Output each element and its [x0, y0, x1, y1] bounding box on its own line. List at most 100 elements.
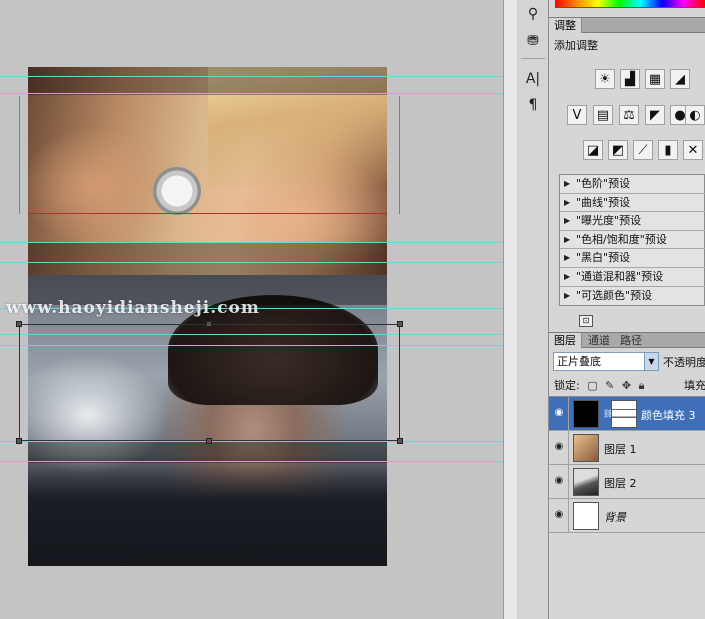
tab-channels[interactable]: 通道 [583, 333, 615, 348]
expand-triangle-icon: ▶ [564, 197, 571, 207]
transform-side-line [399, 96, 400, 214]
preset-curves[interactable]: ▶ "曲线"预设 [560, 194, 705, 213]
layer-row[interactable]: ◉ 图层 1 [549, 431, 705, 465]
tab-adjustments[interactable]: 调整 [549, 18, 582, 33]
lock-brush-icon[interactable]: ✎ [605, 379, 614, 392]
horizontal-guide[interactable] [0, 242, 503, 243]
horizontal-guide[interactable] [0, 461, 503, 462]
brightness-icon[interactable]: ☀ [595, 69, 615, 89]
visibility-toggle[interactable]: ◉ [549, 465, 569, 499]
horizontal-guide[interactable] [0, 441, 503, 442]
paragraph-icon[interactable]: ¶ [522, 94, 544, 116]
visibility-toggle[interactable]: ◉ [549, 397, 569, 431]
adjustments-title: 添加调整 [554, 39, 598, 52]
eye-icon: ◉ [554, 441, 564, 452]
layer-mask-thumbnail [611, 400, 637, 428]
stamp-icon[interactable]: ⛃ [522, 30, 544, 52]
blend-mode-select[interactable]: 正片叠底 ▼ [553, 352, 659, 371]
horizontal-guide[interactable] [0, 262, 503, 263]
expand-triangle-icon: ▶ [564, 179, 571, 188]
transform-side-line [19, 96, 20, 214]
clip-to-layer-icon[interactable]: ⊡ [579, 315, 593, 327]
tab-paths[interactable]: 路径 [615, 333, 647, 348]
layers-list: ◉ ⛓ 颜色填充 3 ◉ 图层 1 ◉ 图层 2 ◉ 背景 [549, 396, 705, 619]
invert-icon[interactable]: ◪ [583, 140, 603, 160]
layer-thumbnail [573, 468, 599, 496]
layer-name: 颜色填充 3 [641, 409, 696, 422]
layer-thumbnail [573, 502, 599, 530]
exposure-icon[interactable]: ◢ [670, 69, 690, 89]
lock-all-icon[interactable]: 🔒︎ [639, 379, 645, 393]
vibrance-icon[interactable]: V [567, 105, 587, 125]
preset-label: "可选颜色"预设 [576, 288, 653, 302]
paragraph-label: ¶ [528, 97, 538, 113]
preset-hue-saturation[interactable]: ▶ "色相/饱和度"预设 [560, 231, 705, 250]
preset-levels[interactable]: ▶ "色阶"预设 [560, 175, 705, 194]
layer-name: 图层 1 [604, 443, 637, 456]
posterize-icon[interactable]: ◩ [608, 140, 628, 160]
gradient-map-icon[interactable]: ▮ [658, 140, 678, 160]
document-canvas[interactable]: www.haoyidiansheji.com [0, 0, 503, 619]
lock-row: 锁定: ▢ ✎ ✥ 🔒︎ [554, 377, 644, 393]
divider [521, 58, 545, 59]
color-balance-icon[interactable]: ⚖ [619, 105, 639, 125]
panel-divider[interactable] [503, 0, 517, 619]
transform-handle[interactable] [16, 438, 22, 444]
horizontal-guide[interactable] [0, 93, 503, 94]
visibility-toggle[interactable]: ◉ [549, 431, 569, 465]
layer-row[interactable]: ◉ ⛓ 颜色填充 3 [549, 397, 705, 431]
transform-handle[interactable] [16, 321, 22, 327]
adjustments-tabbar: 调整 [549, 17, 705, 33]
hue-saturation-icon[interactable]: ▤ [593, 105, 613, 125]
expand-triangle-icon: ▶ [564, 234, 571, 244]
horizontal-guide[interactable] [0, 76, 503, 77]
selective-color-icon[interactable]: ✕ [683, 140, 703, 160]
preset-channel-mixer[interactable]: ▶ "通道混和器"预设 [560, 268, 705, 287]
tab-layers[interactable]: 图层 [549, 333, 582, 348]
transform-handle[interactable] [206, 438, 212, 444]
preset-selective-color[interactable]: ▶ "可选颜色"预设 [560, 287, 705, 306]
eye-icon: ◉ [554, 509, 564, 520]
transform-handle[interactable] [397, 321, 403, 327]
preset-label: "通道混和器"预设 [576, 270, 664, 283]
usb-icon[interactable]: ⚲ [522, 3, 544, 25]
layer-name: 图层 2 [604, 477, 637, 490]
layer-thumbnail [573, 400, 599, 428]
blend-mode-value: 正片叠底 [557, 355, 601, 368]
preset-label: "曝光度"预设 [576, 214, 642, 228]
lock-transparent-icon[interactable]: ▢ [587, 379, 597, 392]
chevron-down-icon: ▼ [644, 353, 658, 370]
preset-black-white[interactable]: ▶ "黑白"预设 [560, 249, 705, 268]
link-icon: ⛓ [603, 409, 614, 418]
opacity-label: 不透明度 [663, 356, 705, 369]
layer-thumbnail [573, 434, 599, 462]
threshold-icon[interactable]: ⟋ [633, 140, 653, 160]
black-white-icon[interactable]: ◤ [645, 105, 665, 125]
adjustment-presets-list: ▶ "色阶"预设 ▶ "曲线"预设 ▶ "曝光度"预设 ▶ "色相/饱和度"预设 ▶ "黑… [559, 174, 705, 306]
transform-handle[interactable] [397, 438, 403, 444]
character-label: A| [525, 71, 541, 87]
selection-edge [28, 213, 387, 214]
levels-icon[interactable]: ▟ [620, 69, 640, 89]
dark-strip [28, 67, 387, 95]
transform-handle[interactable] [206, 321, 212, 327]
lock-move-icon[interactable]: ✥ [622, 379, 631, 392]
curves-icon[interactable]: ▦ [645, 69, 665, 89]
character-icon[interactable]: A| [522, 68, 544, 90]
channel-mixer-icon[interactable]: ◐ [685, 105, 705, 125]
layer-row[interactable]: ◉ 图层 2 [549, 465, 705, 499]
layer-row[interactable]: ◉ 背景 [549, 499, 705, 533]
preset-exposure[interactable]: ▶ "曝光度"预设 [560, 212, 705, 231]
eye-icon: ◉ [554, 407, 564, 418]
wristwatch [153, 167, 201, 215]
preset-label: "黑白"预设 [576, 251, 631, 265]
right-panel-dock: 调整 添加调整 ☀ ▟ ▦ ◢ V ▤ ⚖ ◤ ● ◐ ◪ ◩ ⟋ ▮ ✕ ▶ "… [549, 0, 705, 619]
preset-label: "色相/饱和度"预设 [576, 232, 667, 246]
layer-name: 背景 [604, 511, 626, 524]
transform-bounding-box[interactable] [19, 324, 400, 441]
visibility-toggle[interactable]: ◉ [549, 499, 569, 533]
preset-label: "曲线"预设 [576, 195, 631, 209]
eye-icon: ◉ [554, 475, 564, 486]
fill-label: 填充 [684, 379, 705, 392]
color-spectrum-bar[interactable] [555, 0, 705, 8]
